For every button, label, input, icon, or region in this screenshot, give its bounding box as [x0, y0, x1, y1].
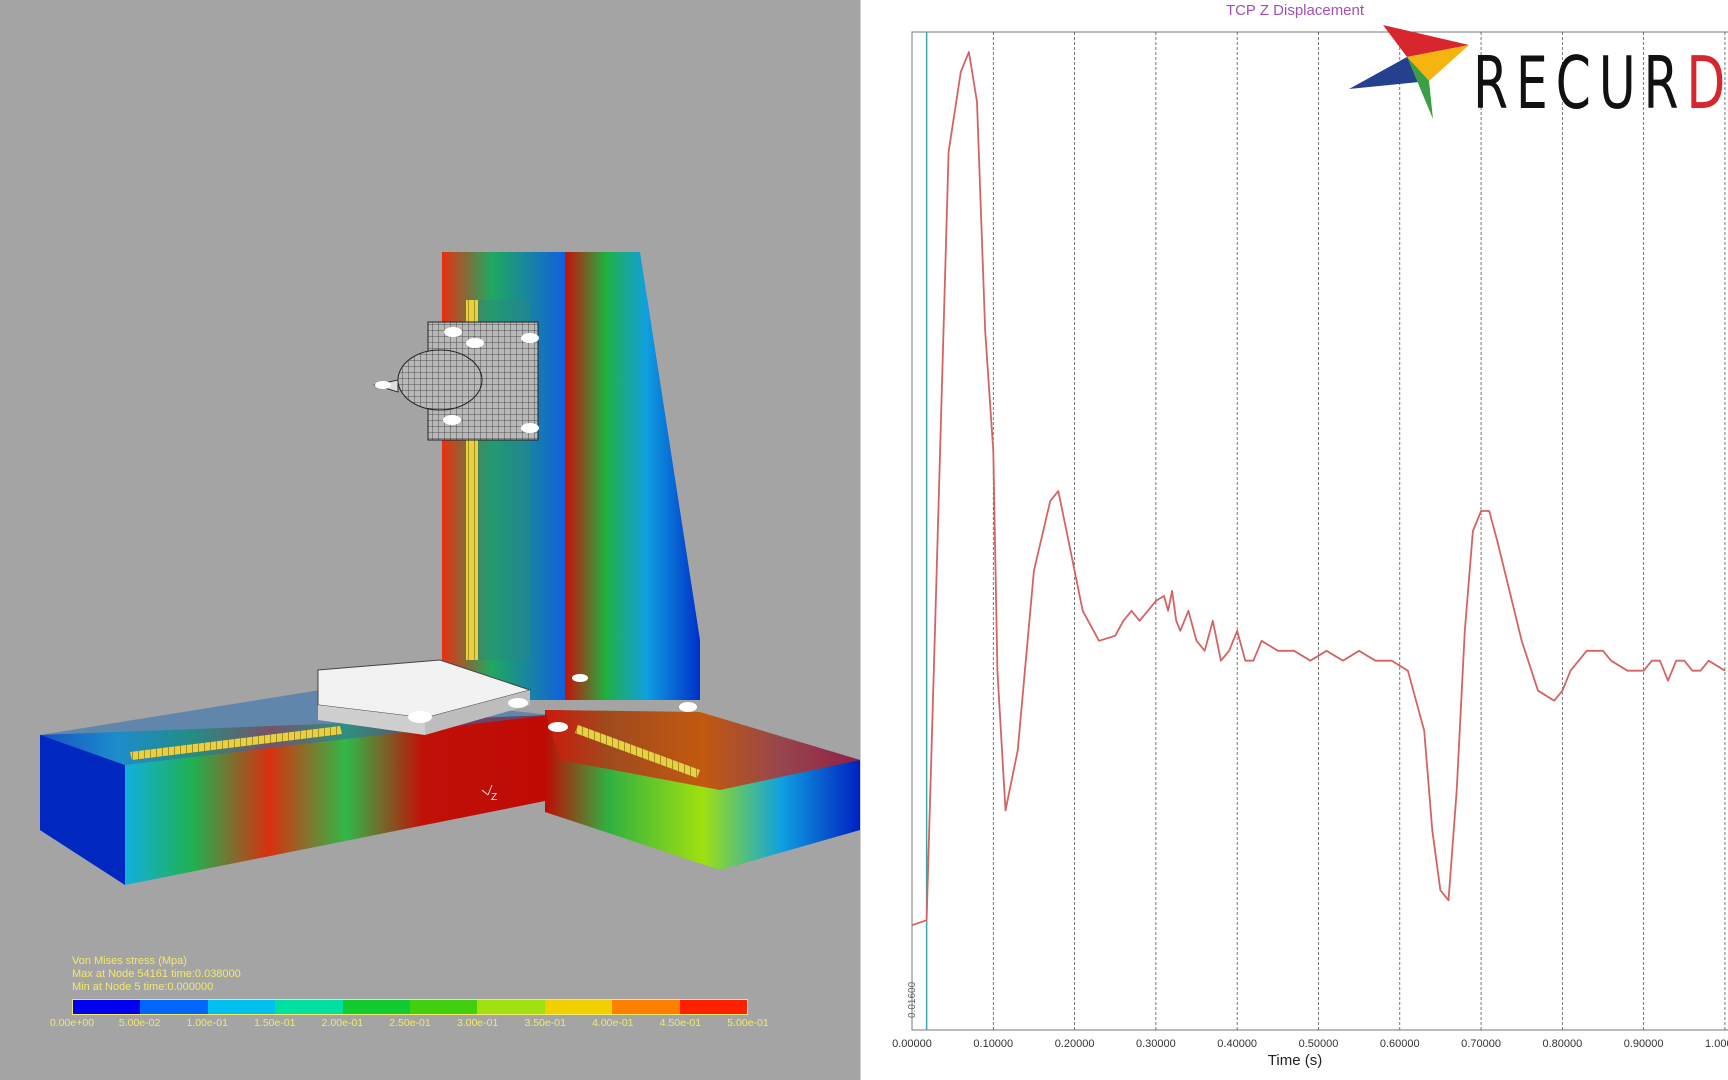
fe-viewport[interactable]: Z Von Mises stress (Mpa) Max at Node 541…: [0, 0, 860, 1080]
legend-colorbar: [72, 999, 748, 1015]
stress-legend: Von Mises stress (Mpa) Max at Node 54161…: [40, 955, 769, 1035]
legend-swatch: [342, 1000, 411, 1014]
legend-tick-label: 4.50e-01: [659, 1017, 702, 1029]
legend-tick-label: 2.00e-01: [321, 1017, 364, 1029]
x-tick-label: 0.50000: [1298, 1038, 1339, 1050]
plot-title: TCP Z Displacement: [1225, 2, 1365, 19]
legend-tick-label: 5.00e-01: [727, 1017, 769, 1029]
x-tick-label: 0.90000: [1623, 1038, 1664, 1050]
x-tick-label: 0.10000: [973, 1038, 1014, 1050]
y-marker-label: 0.01600: [907, 981, 918, 1018]
x-tick-label: 0.60000: [1379, 1038, 1420, 1050]
plot-frame: [911, 31, 1728, 1031]
x-tick-label: 0.70000: [1461, 1038, 1501, 1050]
recurdyn-logo-icon: [1349, 25, 1469, 119]
legend-swatch: [207, 1000, 276, 1014]
x-tick-label: 0.40000: [1217, 1038, 1258, 1050]
plot-panel[interactable]: TCP Z Displacement RECURDY 0.01600 0.000…: [860, 0, 1728, 1080]
legend-swatch: [73, 1000, 141, 1014]
legend-swatch: [544, 1000, 613, 1014]
legend-tick-label: 4.00e-01: [592, 1017, 634, 1029]
x-tick-label: 0.00000: [892, 1038, 932, 1050]
legend-tick-label: 1.50e-01: [254, 1017, 296, 1029]
legend-max: Max at Node 54161 time:0.038000: [72, 968, 241, 980]
legend-tick-label: 2.50e-01: [389, 1017, 431, 1029]
legend-swatch: [140, 1000, 208, 1014]
legend-tick-label: 0.00e+00: [49, 1017, 95, 1029]
plot-canvas: [911, 31, 1728, 1031]
x-tick-label: 0.80000: [1542, 1038, 1583, 1050]
x-tick-label: 0.30000: [1135, 1038, 1176, 1050]
legend-tick-label: 1.00e-01: [186, 1017, 228, 1029]
legend-title: Von Mises stress (Mpa): [72, 955, 187, 967]
legend-tick-label: 3.00e-01: [456, 1017, 499, 1029]
axis-label: Z: [491, 792, 497, 803]
machine-model-render: Z: [40, 252, 860, 885]
legend-min: Min at Node 5 time:0.000000: [72, 981, 214, 993]
x-axis-label: Time (s): [1267, 1052, 1323, 1069]
legend-tick-label: 3.50e-01: [524, 1017, 566, 1029]
legend-tick-label: 5.00e-02: [118, 1017, 161, 1029]
x-tick-label: 0.20000: [1054, 1038, 1095, 1050]
legend-swatch: [612, 1000, 680, 1014]
recurdyn-logo: RECURDY: [1349, 25, 1728, 125]
x-tick-label: 1.00000: [1705, 1038, 1728, 1050]
legend-swatch: [275, 1000, 343, 1014]
legend-swatch: [477, 1000, 545, 1014]
logo-wordmark: RECURDY: [1473, 41, 1728, 125]
legend-swatch: [410, 1000, 478, 1014]
legend-swatch: [679, 1000, 748, 1014]
